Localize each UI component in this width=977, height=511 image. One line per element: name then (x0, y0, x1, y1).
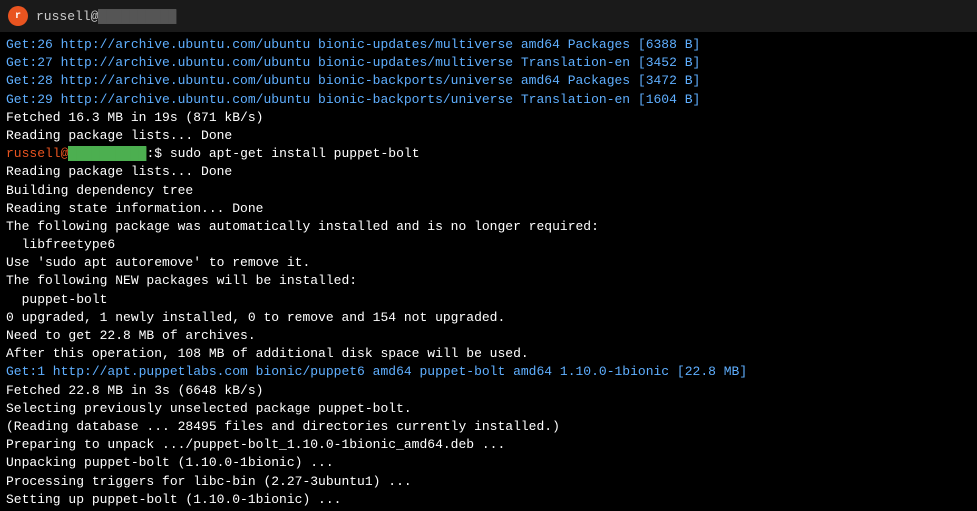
terminal-line: russell@██████████:$ sudo apt-get instal… (6, 145, 971, 163)
title-text: russell@██████████ (36, 9, 176, 24)
avatar: r (8, 6, 28, 26)
terminal-line: Reading state information... Done (6, 200, 971, 218)
terminal-line: Use 'sudo apt autoremove' to remove it. (6, 254, 971, 272)
terminal-line: Fetched 16.3 MB in 19s (871 kB/s) (6, 109, 971, 127)
title-bar: r russell@██████████ (0, 0, 977, 32)
terminal-line: Reading package lists... Done (6, 163, 971, 181)
terminal-line: Get:27 http://archive.ubuntu.com/ubuntu … (6, 54, 971, 72)
terminal-line: After this operation, 108 MB of addition… (6, 345, 971, 363)
window-controls (827, 0, 969, 32)
title-left: r russell@██████████ (8, 6, 176, 26)
terminal-line: Get:28 http://archive.ubuntu.com/ubuntu … (6, 72, 971, 90)
terminal-line: libfreetype6 (6, 236, 971, 254)
terminal-line: Unpacking puppet-bolt (1.10.0-1bionic) .… (6, 454, 971, 472)
terminal-line: Processing triggers for libc-bin (2.27-3… (6, 473, 971, 491)
terminal-line: Get:1 http://apt.puppetlabs.com bionic/p… (6, 363, 971, 381)
terminal-line: 0 upgraded, 1 newly installed, 0 to remo… (6, 309, 971, 327)
restore-button[interactable] (875, 0, 921, 32)
terminal: Get:26 http://archive.ubuntu.com/ubuntu … (0, 32, 977, 511)
terminal-line: Need to get 22.8 MB of archives. (6, 327, 971, 345)
terminal-line: Reading package lists... Done (6, 127, 971, 145)
minimize-button[interactable] (827, 0, 873, 32)
terminal-line: Building dependency tree (6, 182, 971, 200)
terminal-line: Selecting previously unselected package … (6, 400, 971, 418)
terminal-line: The following NEW packages will be insta… (6, 272, 971, 290)
terminal-line: puppet-bolt (6, 291, 971, 309)
terminal-line: The following package was automatically … (6, 218, 971, 236)
terminal-line: Setting up puppet-bolt (1.10.0-1bionic) … (6, 491, 971, 509)
close-button[interactable] (923, 0, 969, 32)
terminal-line: (Reading database ... 28495 files and di… (6, 418, 971, 436)
terminal-line: Fetched 22.8 MB in 3s (6648 kB/s) (6, 382, 971, 400)
terminal-line: Preparing to unpack .../puppet-bolt_1.10… (6, 436, 971, 454)
terminal-line: Get:29 http://archive.ubuntu.com/ubuntu … (6, 91, 971, 109)
terminal-line: Get:26 http://archive.ubuntu.com/ubuntu … (6, 36, 971, 54)
